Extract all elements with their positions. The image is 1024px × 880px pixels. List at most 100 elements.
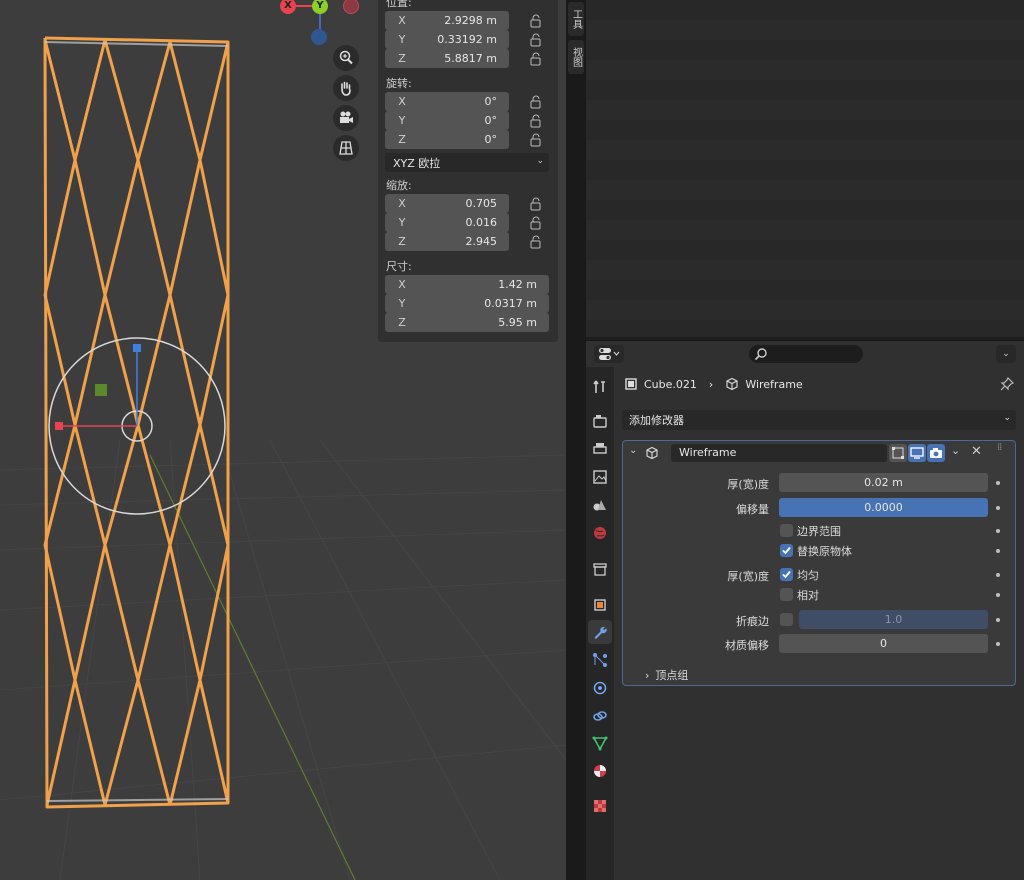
modifier-name-field[interactable]: Wireframe xyxy=(671,444,887,462)
render-toggle[interactable] xyxy=(927,444,945,462)
tab-texture[interactable] xyxy=(588,794,612,818)
scene-icon xyxy=(593,500,606,511)
animate-dot[interactable] xyxy=(996,529,1000,533)
dimension-y-field[interactable]: Y 0.0317 m xyxy=(385,294,549,313)
tab-tool-settings[interactable] xyxy=(588,375,612,399)
thickness-field[interactable]: 0.02 m xyxy=(779,473,988,492)
drag-handle-icon[interactable]: ⁞⁞ xyxy=(997,442,1002,453)
vertex-group-subpanel[interactable]: › 顶点组 xyxy=(645,667,688,683)
animate-dot[interactable] xyxy=(996,549,1000,553)
close-icon[interactable]: ✕ xyxy=(971,444,982,459)
tab-scene[interactable] xyxy=(588,493,612,517)
lock-icon[interactable] xyxy=(528,114,542,128)
axis-label: X xyxy=(398,278,406,291)
crease-edges-checkbox[interactable] xyxy=(780,613,793,626)
tab-tool[interactable]: 工具 xyxy=(568,2,584,36)
scale-y-field[interactable]: Y 0.016 xyxy=(385,213,509,232)
outliner-area[interactable] xyxy=(586,0,1024,337)
axis-label: Z xyxy=(398,316,406,329)
sidebar-tabs: 工具 视图 xyxy=(566,0,586,880)
lock-icon[interactable] xyxy=(528,133,542,147)
lock-icon[interactable] xyxy=(528,216,542,230)
boundary-label: 边界范围 xyxy=(797,525,841,538)
constraint-icon xyxy=(593,711,607,721)
tab-render[interactable] xyxy=(588,409,612,433)
scale-label: 缩放: xyxy=(386,179,412,192)
add-modifier-dropdown[interactable]: 添加修改器 ⌄ xyxy=(622,410,1016,430)
lock-icon[interactable] xyxy=(528,197,542,211)
dimension-z-field[interactable]: Z 5.95 m xyxy=(385,313,549,332)
tab-material[interactable] xyxy=(588,759,612,783)
boundary-checkbox[interactable] xyxy=(780,524,793,537)
tab-constraints[interactable] xyxy=(588,704,612,728)
tab-physics[interactable] xyxy=(588,676,612,700)
collapse-chevron-icon[interactable]: ⌄ xyxy=(629,445,637,456)
zoom-icon[interactable] xyxy=(333,45,359,71)
dimension-z-value: 5.95 m xyxy=(498,316,537,329)
scale-y-value: 0.016 xyxy=(465,216,498,229)
viewport-display-toggle[interactable] xyxy=(908,444,926,462)
checkmark-icon xyxy=(782,570,791,579)
monitor-icon xyxy=(910,447,924,459)
animate-dot[interactable] xyxy=(996,481,1000,485)
lock-icon[interactable] xyxy=(528,235,542,249)
axis-label: Z xyxy=(398,235,406,248)
breadcrumb-object: Cube.021 xyxy=(644,377,697,391)
tab-particles[interactable] xyxy=(588,648,612,672)
material-offset-field[interactable]: 0 xyxy=(779,634,988,653)
tab-view-layer[interactable] xyxy=(588,465,612,489)
wrench-icon xyxy=(594,626,607,639)
scale-x-field[interactable]: X 0.705 xyxy=(385,194,509,213)
lock-icon[interactable] xyxy=(528,33,542,47)
options-dropdown[interactable]: ⌄ xyxy=(996,345,1016,363)
rotation-y-field[interactable]: Y 0° xyxy=(385,111,509,130)
camera-icon[interactable] xyxy=(333,105,359,131)
animate-dot[interactable] xyxy=(996,618,1000,622)
grid-projection-icon[interactable] xyxy=(333,135,359,161)
lock-icon[interactable] xyxy=(528,14,542,28)
modifier-menu-chevron-icon[interactable]: ⌄ xyxy=(951,444,960,457)
tab-object[interactable] xyxy=(588,593,612,617)
vertex-group-label: 顶点组 xyxy=(655,669,689,682)
animate-dot[interactable] xyxy=(996,593,1000,597)
dimensions-label: 尺寸: xyxy=(386,260,412,273)
location-y-field[interactable]: Y 0.33192 m xyxy=(385,30,509,49)
tab-output[interactable] xyxy=(588,437,612,461)
rotation-z-field[interactable]: Z 0° xyxy=(385,130,509,149)
axis-label: Y xyxy=(398,114,406,127)
animate-dot[interactable] xyxy=(996,573,1000,577)
axis-label: X xyxy=(398,95,406,108)
relative-thickness-checkbox[interactable] xyxy=(780,588,793,601)
scale-z-field[interactable]: Z 2.945 xyxy=(385,232,509,251)
properties-tab-column xyxy=(586,367,614,880)
search-input[interactable] xyxy=(749,345,863,363)
rotation-mode-dropdown[interactable]: XYZ 欧拉 ⌄ xyxy=(385,153,549,172)
tab-world[interactable] xyxy=(588,521,612,545)
particles-icon xyxy=(593,653,607,667)
pin-icon[interactable] xyxy=(1000,377,1014,391)
hand-pan-icon[interactable] xyxy=(333,75,359,101)
tab-modifiers[interactable] xyxy=(588,620,612,644)
crease-weight-field[interactable]: 1.0 xyxy=(799,610,988,629)
lock-icon[interactable] xyxy=(528,52,542,66)
gizmo-z-ball[interactable] xyxy=(311,29,327,45)
location-x-value: 2.9298 m xyxy=(444,14,497,27)
material-offset-label: 材质偏移 xyxy=(725,639,769,652)
tab-collection[interactable] xyxy=(588,557,612,581)
editor-type-button[interactable] xyxy=(594,345,624,363)
3d-viewport[interactable]: X Y 位置: X 2.9298 m Y 0.33192 m Z 5.8817 m 旋… xyxy=(0,0,566,880)
edit-mode-toggle[interactable] xyxy=(889,444,907,462)
dimension-x-field[interactable]: X 1.42 m xyxy=(385,275,549,294)
animate-dot[interactable] xyxy=(996,642,1000,646)
tab-view[interactable]: 视图 xyxy=(568,40,584,74)
navigation-gizmo[interactable]: X Y xyxy=(280,0,360,50)
replace-original-checkbox[interactable] xyxy=(780,544,793,557)
rotation-x-field[interactable]: X 0° xyxy=(385,92,509,111)
even-thickness-checkbox[interactable] xyxy=(780,568,793,581)
animate-dot[interactable] xyxy=(996,506,1000,510)
tab-data[interactable] xyxy=(588,731,612,755)
offset-field[interactable]: 0.0000 xyxy=(779,498,988,517)
location-x-field[interactable]: X 2.9298 m xyxy=(385,11,509,30)
lock-icon[interactable] xyxy=(528,95,542,109)
location-z-field[interactable]: Z 5.8817 m xyxy=(385,49,509,68)
